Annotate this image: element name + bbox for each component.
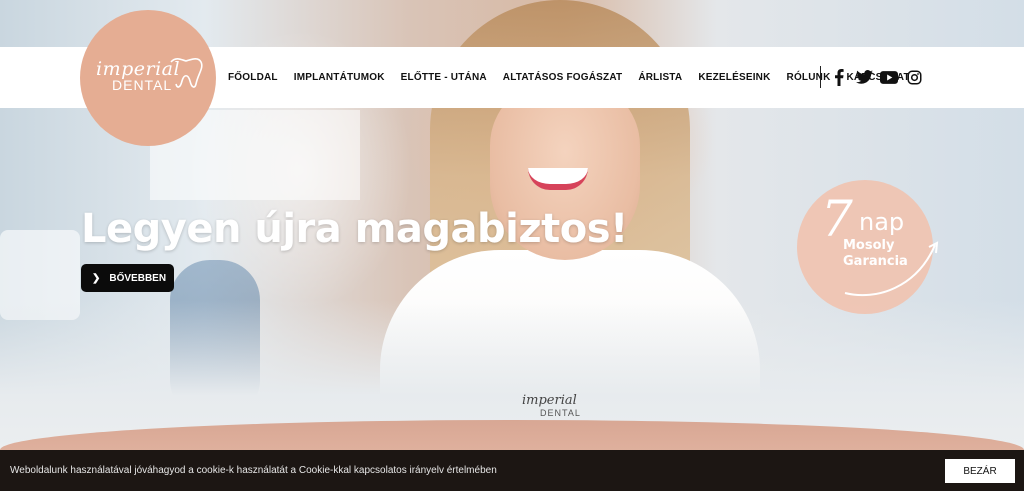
tooth-icon (170, 57, 203, 88)
uniform-logo-word1: imperial (522, 393, 577, 408)
nav-item-implantatumok[interactable]: IMPLANTÁTUMOK (294, 72, 385, 83)
nav-divider (820, 66, 821, 88)
logo[interactable]: imperial DENTAL (80, 10, 216, 146)
nav-item-altatasos-fogaszat[interactable]: ALTATÁSOS FOGÁSZAT (503, 72, 623, 83)
chevron-right-icon: ❯ (92, 272, 101, 284)
cookie-close-button[interactable]: BEZÁR (945, 459, 1015, 483)
cookie-text: Weboldalunk használatával jóváhagyod a c… (10, 465, 497, 476)
uniform-logo-word2: DENTAL (540, 408, 581, 418)
badge-swoosh-icon (844, 241, 939, 297)
twitter-icon[interactable] (854, 67, 874, 87)
instagram-icon[interactable] (904, 67, 924, 87)
more-button[interactable]: ❯ BŐVEBBEN (81, 264, 174, 292)
facebook-icon[interactable] (829, 67, 849, 87)
main-nav: FŐOLDAL IMPLANTÁTUMOK ELŐTTE - UTÁNA ALT… (228, 47, 926, 108)
nav-item-fooldal[interactable]: FŐOLDAL (228, 72, 278, 83)
nav-item-kezeleseink[interactable]: KEZELÉSEINK (698, 72, 770, 83)
youtube-icon[interactable] (879, 67, 899, 87)
nav-item-arlista[interactable]: ÁRLISTA (638, 72, 682, 83)
hero-headline: Legyen újra magabiztos! (81, 206, 628, 252)
cookie-bar: Weboldalunk használatával jóváhagyod a c… (0, 450, 1024, 491)
more-button-label: BŐVEBBEN (109, 272, 167, 284)
nav-item-rolunk[interactable]: RÓLUNK (787, 72, 831, 83)
nav-item-elotte-utana[interactable]: ELŐTTE - UTÁNA (401, 72, 487, 83)
badge-unit: nap (859, 208, 905, 236)
social-links (829, 66, 929, 88)
guarantee-badge[interactable]: 7 nap Mosoly Garancia (797, 180, 939, 314)
